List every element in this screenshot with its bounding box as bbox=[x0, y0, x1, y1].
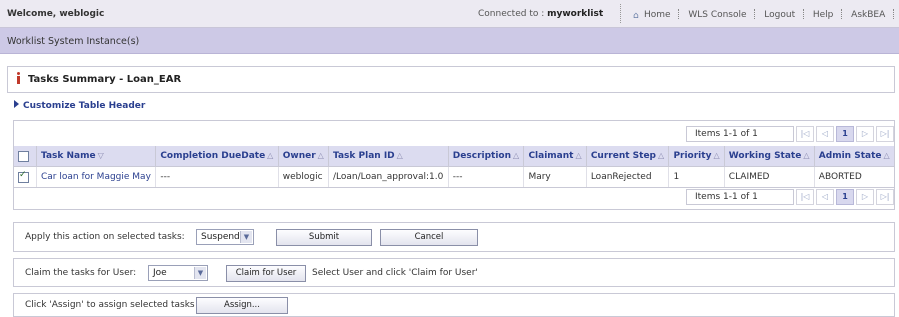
tasks-table: Task Name ▽ Completion DueDate △ Owner △ Ta… bbox=[14, 146, 894, 188]
sort-icon[interactable]: △ bbox=[318, 151, 324, 160]
customize-table-header-link[interactable]: Customize Table Header bbox=[14, 100, 145, 111]
action-panel: Apply this action on selected tasks: Sus… bbox=[13, 222, 895, 252]
cell-owner: weblogic bbox=[278, 166, 330, 188]
select-all-checkbox[interactable] bbox=[18, 150, 29, 162]
connected-name: myworklist bbox=[547, 9, 604, 19]
cell-admin-state: ABORTED bbox=[814, 166, 894, 188]
next-page-button[interactable]: ▷ bbox=[856, 189, 874, 205]
claim-hint: Select User and click 'Claim for User' bbox=[312, 268, 478, 278]
user-select-value: Joe bbox=[153, 268, 167, 278]
nav-askbea-link[interactable]: AskBEA bbox=[851, 10, 885, 20]
top-bar: Welcome, weblogic Connected to : myworkl… bbox=[0, 0, 899, 28]
sort-icon[interactable]: △ bbox=[883, 151, 889, 160]
sort-icon[interactable]: △ bbox=[713, 151, 719, 160]
divider bbox=[893, 9, 895, 19]
divider bbox=[678, 9, 680, 19]
divider bbox=[803, 9, 805, 19]
prev-page-button[interactable]: ◁ bbox=[816, 189, 834, 205]
pager-top: Items 1-1 of 1 |◁ ◁ 1 ▷ ▷| bbox=[686, 125, 894, 143]
sort-icon[interactable]: △ bbox=[575, 151, 581, 160]
sort-icon[interactable]: △ bbox=[658, 151, 664, 160]
assign-panel: Click 'Assign' to assign selected tasks … bbox=[13, 293, 895, 317]
action-select-value: Suspend bbox=[201, 232, 240, 242]
first-page-button[interactable]: |◁ bbox=[796, 189, 814, 205]
user-select[interactable]: Joe ▼ bbox=[148, 265, 208, 281]
connected-label: Connected to : bbox=[478, 9, 548, 19]
col-task-name[interactable]: Task Name ▽ bbox=[36, 146, 157, 167]
divider bbox=[620, 4, 622, 23]
page-title: Tasks Summary - Loan_EAR bbox=[28, 74, 182, 85]
col-description[interactable]: Description △ bbox=[448, 146, 525, 167]
last-page-button[interactable]: ▷| bbox=[876, 189, 894, 205]
info-icon bbox=[16, 72, 20, 84]
pager-bottom: Items 1-1 of 1 |◁ ◁ 1 ▷ ▷| bbox=[686, 188, 894, 206]
sort-desc-icon[interactable]: ▽ bbox=[98, 151, 104, 160]
next-page-button[interactable]: ▷ bbox=[856, 126, 874, 142]
table-header-row: Task Name ▽ Completion DueDate △ Owner △ Ta… bbox=[14, 146, 894, 167]
action-label: Apply this action on selected tasks: bbox=[25, 232, 185, 242]
row-checkbox[interactable] bbox=[18, 170, 29, 183]
action-select[interactable]: Suspend ▼ bbox=[196, 229, 254, 245]
divider bbox=[754, 9, 756, 19]
cell-priority: 1 bbox=[668, 166, 725, 188]
top-nav: ⌂ Home WLS Console Logout Help AskBEA bbox=[633, 9, 899, 21]
instance-bar: Worklist System Instance(s) bbox=[0, 28, 899, 54]
prev-page-button[interactable]: ◁ bbox=[816, 126, 834, 142]
cell-task-plan-id: /Loan/Loan_approval:1.0 bbox=[328, 166, 449, 188]
col-claimant[interactable]: Claimant △ bbox=[523, 146, 587, 167]
tasks-summary-header: Tasks Summary - Loan_EAR bbox=[7, 66, 895, 93]
col-working-state[interactable]: Working State △ bbox=[724, 146, 815, 167]
cell-current-step: LoanRejected bbox=[586, 166, 670, 188]
sort-icon[interactable]: △ bbox=[397, 151, 403, 160]
assign-button[interactable]: Assign... bbox=[196, 297, 288, 314]
cell-working-state: CLAIMED bbox=[724, 166, 815, 188]
claim-panel: Claim the tasks for User: Joe ▼ Claim fo… bbox=[13, 258, 895, 287]
cell-description: --- bbox=[448, 166, 525, 188]
nav-wls-console-link[interactable]: WLS Console bbox=[688, 10, 746, 20]
sort-icon[interactable]: △ bbox=[513, 151, 519, 160]
connection-status: Connected to : myworklist bbox=[478, 9, 603, 19]
nav-help-link[interactable]: Help bbox=[813, 10, 834, 20]
chevron-down-icon[interactable]: ▼ bbox=[194, 267, 206, 279]
cell-claimant: Mary bbox=[523, 166, 587, 188]
sort-icon[interactable]: △ bbox=[267, 151, 273, 160]
items-count: Items 1-1 of 1 bbox=[686, 189, 794, 205]
nav-logout-link[interactable]: Logout bbox=[764, 10, 795, 20]
col-admin-state[interactable]: Admin State △ bbox=[814, 146, 894, 167]
divider bbox=[841, 9, 843, 19]
expand-arrow-icon bbox=[14, 100, 19, 108]
claim-label: Claim the tasks for User: bbox=[25, 268, 137, 278]
home-icon[interactable]: ⌂ bbox=[633, 11, 642, 21]
cell-completion-duedate: --- bbox=[155, 166, 279, 188]
chevron-down-icon[interactable]: ▼ bbox=[240, 231, 252, 243]
col-completion-duedate[interactable]: Completion DueDate △ bbox=[155, 146, 279, 167]
page-number-button[interactable]: 1 bbox=[836, 126, 854, 142]
tasks-table-panel: Items 1-1 of 1 |◁ ◁ 1 ▷ ▷| Task Name ▽ Co… bbox=[13, 120, 895, 210]
submit-button[interactable]: Submit bbox=[276, 229, 372, 246]
col-current-step[interactable]: Current Step △ bbox=[586, 146, 670, 167]
instance-title: Worklist System Instance(s) bbox=[7, 36, 140, 47]
cancel-button[interactable]: Cancel bbox=[380, 229, 478, 246]
first-page-button[interactable]: |◁ bbox=[796, 126, 814, 142]
assign-label: Click 'Assign' to assign selected tasks bbox=[25, 300, 195, 310]
task-name-link[interactable]: Car loan for Maggie May bbox=[41, 172, 151, 182]
items-count: Items 1-1 of 1 bbox=[686, 126, 794, 142]
table-row[interactable]: Car loan for Maggie May --- weblogic /Lo… bbox=[14, 166, 894, 188]
col-priority[interactable]: Priority △ bbox=[668, 146, 725, 167]
claim-for-user-button[interactable]: Claim for User bbox=[226, 265, 306, 282]
cell-task-name: Car loan for Maggie May bbox=[36, 166, 157, 188]
last-page-button[interactable]: ▷| bbox=[876, 126, 894, 142]
sort-icon[interactable]: △ bbox=[803, 151, 809, 160]
select-all-header bbox=[14, 146, 37, 167]
nav-home-link[interactable]: Home bbox=[644, 10, 671, 20]
welcome-text: Welcome, weblogic bbox=[7, 9, 105, 19]
col-task-plan-id[interactable]: Task Plan ID △ bbox=[328, 146, 449, 167]
col-owner[interactable]: Owner △ bbox=[278, 146, 330, 167]
page-number-button[interactable]: 1 bbox=[836, 189, 854, 205]
customize-label: Customize Table Header bbox=[23, 101, 146, 111]
row-select-cell bbox=[14, 166, 37, 188]
